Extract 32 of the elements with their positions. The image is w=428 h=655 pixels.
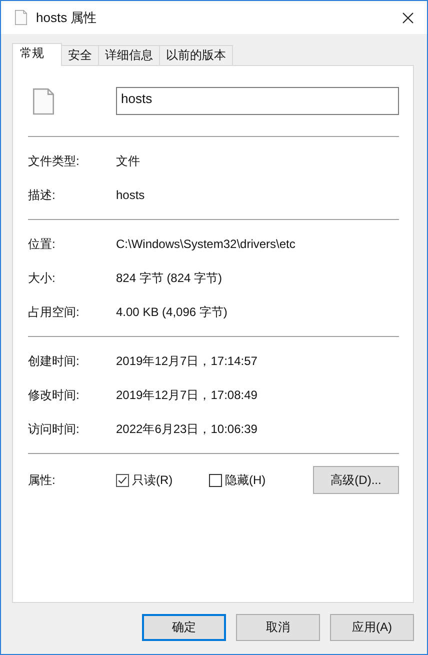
field-label: 大小: (28, 270, 56, 286)
checkbox-label[interactable]: 只读(R) (132, 472, 173, 488)
field-label: 修改时间: (28, 386, 80, 404)
file-icon (15, 10, 27, 25)
file-icon (33, 88, 54, 114)
field-value: hosts (116, 188, 145, 202)
dialog-button[interactable]: 取消 (236, 614, 320, 641)
tab[interactable]: 常规 (12, 43, 62, 66)
checkbox[interactable] (209, 474, 222, 486)
close-icon[interactable] (402, 12, 414, 24)
field-value: 2019年12月7日，17:14:57 (116, 352, 258, 370)
field-label: 属性: (28, 472, 56, 488)
field-value: C:\Windows\System32\drivers\etc (116, 237, 296, 251)
field-label: 创建时间: (28, 352, 80, 370)
field-label: 占用空间: (28, 304, 80, 320)
dialog-button[interactable]: 应用(A) (330, 614, 414, 641)
window-title: hosts 属性 (36, 8, 98, 26)
field-value: 2019年12月7日，17:08:49 (116, 386, 258, 404)
field-value: 2022年6月23日，10:06:39 (116, 420, 258, 438)
field-value: 4.00 KB (4,096 字节) (116, 304, 228, 320)
field-value: 824 字节 (824 字节) (116, 270, 222, 286)
tab[interactable]: 以前的版本 (159, 45, 233, 65)
name-field[interactable]: hosts (116, 87, 399, 115)
checkbox[interactable] (116, 474, 129, 486)
field-label: 位置: (28, 236, 56, 252)
field-value: 文件 (116, 152, 140, 170)
field-label: 文件类型: (28, 152, 80, 170)
dialog-button[interactable]: 确定 (142, 614, 226, 641)
field-label: 访问时间: (28, 420, 80, 438)
checkbox-label[interactable]: 隐藏(H) (225, 472, 266, 488)
field-label: 描述: (28, 186, 56, 204)
advanced-button[interactable]: 高级(D)... (313, 466, 399, 494)
